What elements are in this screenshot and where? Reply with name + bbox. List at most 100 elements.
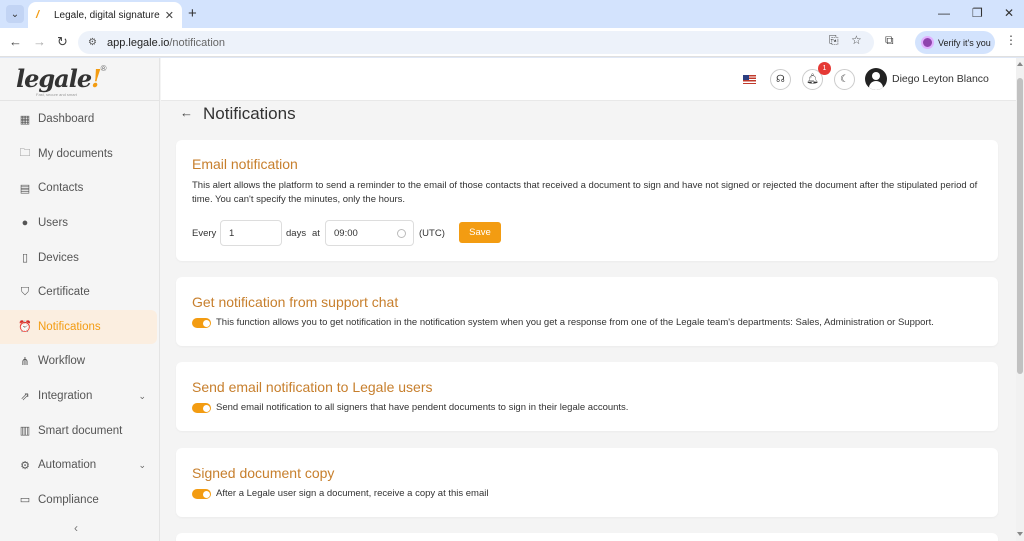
sidebar-item-label: Automation — [38, 459, 97, 472]
signed-copy-card: Signed document copy After a Legale user… — [176, 448, 998, 517]
workflow-icon: ⋔ — [20, 355, 30, 368]
user-avatar[interactable] — [865, 68, 887, 90]
logo-tagline: Fast, secure and smart — [36, 92, 77, 97]
notification-badge: 1 — [818, 62, 831, 75]
reload-icon[interactable]: ↻ — [57, 34, 68, 50]
new-tab-button[interactable]: + — [188, 5, 197, 23]
legale-favicon-icon: / — [36, 9, 40, 21]
main-content: ← Notifications Email notification This … — [161, 102, 1016, 541]
smart-document-icon: ▥ — [19, 425, 31, 438]
url-path: /notification — [169, 36, 226, 49]
sidebar-item-label: Smart document — [38, 424, 123, 437]
clock-icon — [397, 229, 406, 238]
at-label: at — [312, 228, 320, 239]
page-scrollbar[interactable] — [1016, 58, 1024, 541]
every-label: Every — [192, 228, 217, 239]
toggle-description: This function allows you to get notifica… — [216, 317, 934, 328]
sidebar-item-label: Users — [38, 217, 69, 230]
forward-nav-icon[interactable]: → — [33, 34, 46, 49]
card-title: Send email notification to Legale users — [192, 379, 433, 395]
card-title: Signed document copy — [192, 465, 335, 481]
folder-icon: 🗀 — [19, 147, 31, 160]
toggle-description: Send email notification to all signers t… — [216, 402, 629, 413]
legale-users-toggle[interactable] — [192, 403, 211, 413]
sidebar-item-contacts[interactable]: ▤ Contacts — [0, 171, 160, 206]
external-link-icon: ⇗ — [20, 390, 30, 403]
sidebar-item-compliance[interactable]: ▭ Compliance — [0, 483, 160, 518]
contacts-icon: ▤ — [19, 182, 31, 195]
logo-text: legale — [16, 64, 92, 93]
days-label: days — [286, 228, 307, 239]
alarm-icon: ⏰ — [18, 321, 32, 334]
headset-support-icon[interactable]: ☊ — [770, 69, 791, 90]
tab-title: Legale, digital signature — [54, 9, 160, 21]
profile-avatar-icon — [921, 36, 934, 49]
app-topbar: ☊ 🔔︎ 1 ☾ Diego Leyton Blanco — [161, 58, 1016, 101]
legale-logo[interactable]: legale!® Fast, secure and smart — [16, 64, 136, 100]
sidebar-item-dashboard[interactable]: ▦ Dashboard — [0, 102, 160, 137]
sidebar-item-label: Contacts — [38, 182, 84, 195]
chat-icon: ▭ — [19, 494, 31, 507]
card-description: This alert allows the platform to send a… — [192, 180, 978, 205]
close-window-icon[interactable]: ✕ — [1004, 6, 1014, 20]
timezone-label: (UTC) — [419, 228, 445, 239]
site-info-icon[interactable]: ⚙ — [88, 37, 97, 48]
browser-tab-bar: ⌄ / Legale, digital signature ✕ + — ❐ ✕ — [0, 0, 1024, 28]
sidebar-item-label: Compliance — [38, 493, 99, 506]
browser-menu-icon[interactable]: ⋮ — [1005, 33, 1017, 47]
sidebar-item-label: Devices — [38, 251, 79, 264]
verify-label: Verify it's you — [938, 37, 991, 48]
tab-search-icon[interactable]: ⌄ — [6, 5, 24, 23]
card-title: Get notification from support chat — [192, 294, 399, 310]
close-tab-icon[interactable]: ✕ — [165, 9, 174, 22]
back-nav-icon[interactable]: ← — [9, 34, 22, 49]
sidebar-item-label: Workflow — [38, 355, 86, 368]
sidebar-item-notifications[interactable]: ⏰ Notifications — [0, 309, 157, 345]
sidebar-item-label: Notifications — [38, 320, 101, 333]
device-icon: ▯ — [21, 252, 29, 265]
extensions-icon[interactable]: ⧉ — [885, 33, 894, 48]
minimize-icon[interactable]: — — [938, 6, 950, 20]
back-arrow-icon[interactable]: ← — [180, 105, 193, 120]
bookmark-star-icon[interactable]: ☆ — [851, 33, 862, 47]
gear-icon: ⚙ — [20, 459, 30, 472]
sidebar-item-devices[interactable]: ▯ Devices — [0, 240, 160, 275]
time-input[interactable]: 09:00 — [325, 220, 414, 246]
email-notification-card: Email notification This alert allows the… — [176, 140, 998, 261]
support-chat-toggle[interactable] — [192, 318, 211, 328]
sidebar-item-integration[interactable]: ⇗ Integration ⌄ — [0, 379, 160, 414]
app-window: legale!® Fast, secure and smart ▦ Dashbo… — [0, 58, 1024, 541]
sidebar-item-workflow[interactable]: ⋔ Workflow — [0, 344, 160, 379]
sidebar: legale!® Fast, secure and smart ▦ Dashbo… — [0, 58, 160, 541]
signed-copy-toggle[interactable] — [192, 489, 211, 499]
save-button[interactable]: Save — [459, 222, 501, 243]
dark-mode-icon[interactable]: ☾ — [834, 69, 855, 90]
sidebar-item-my-documents[interactable]: 🗀 My documents — [0, 137, 160, 172]
sidebar-item-smart-document[interactable]: ▥ Smart document — [0, 413, 160, 448]
verify-profile-button[interactable]: Verify it's you — [915, 31, 995, 54]
time-value: 09:00 — [334, 227, 358, 239]
restore-icon[interactable]: ❐ — [972, 6, 983, 20]
sidebar-item-users[interactable]: ● Users — [0, 206, 160, 241]
user-name[interactable]: Diego Leyton Blanco — [892, 73, 989, 85]
dashboard-icon: ▦ — [19, 113, 31, 126]
sidebar-item-label: My documents — [38, 147, 113, 160]
scroll-thumb[interactable] — [1017, 78, 1023, 374]
scroll-down-arrow-icon[interactable] — [1017, 532, 1023, 536]
install-app-icon[interactable]: ⎘ — [829, 33, 839, 48]
collapse-sidebar-icon[interactable]: ‹ — [74, 521, 78, 535]
sidebar-item-label: Certificate — [38, 286, 90, 299]
shield-icon: ⛉ — [20, 285, 30, 298]
address-bar[interactable]: ⚙ app.legale.io/notification — [78, 31, 874, 54]
chevron-down-icon[interactable]: ⌄ — [138, 460, 146, 471]
chevron-down-icon[interactable]: ⌄ — [138, 391, 146, 402]
browser-tab[interactable]: / Legale, digital signature ✕ — [28, 2, 182, 28]
sidebar-item-certificate[interactable]: ⛉ Certificate — [0, 275, 160, 310]
page-title: Notifications — [203, 104, 296, 123]
days-input[interactable]: 1 — [220, 220, 282, 246]
scroll-up-arrow-icon[interactable] — [1017, 62, 1023, 66]
sidebar-item-automation[interactable]: ⚙ Automation ⌄ — [0, 448, 160, 483]
logo-registered: ® — [100, 64, 107, 73]
us-flag-icon[interactable] — [743, 75, 756, 84]
logo-mark: ! — [91, 64, 102, 93]
